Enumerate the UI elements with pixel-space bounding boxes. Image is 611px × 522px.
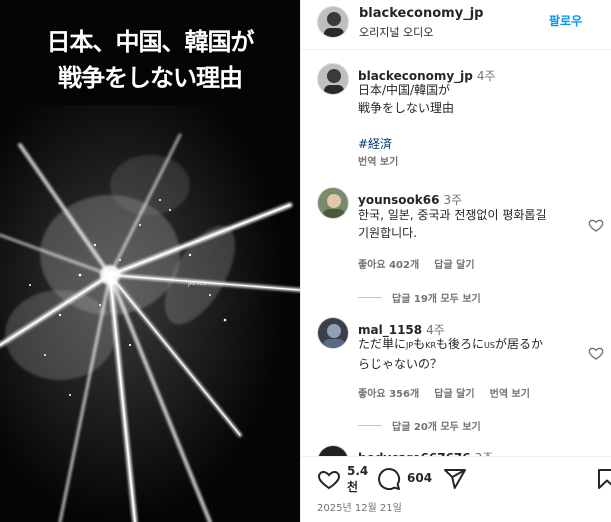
comment-likes-count[interactable]: 좋아요 402개 (358, 260, 419, 271)
comment-line: らじゃないの？ (358, 357, 443, 371)
video-title-line2: 戦争をしない理由 (58, 64, 243, 92)
caption-line1: 日本/中国/韓国が (358, 83, 451, 97)
comment-meta: 좋아요 356개 답글 달기 번역 보기 (358, 382, 530, 401)
comment-icon[interactable] (377, 467, 401, 491)
comments-count[interactable]: 604 (407, 471, 432, 485)
comment-avatar[interactable] (317, 187, 349, 219)
comment-text: 한국, 일본, 중국과 전쟁없이 평화롭길 기원합니다. (358, 206, 547, 242)
replies-divider (358, 425, 382, 426)
comment-username[interactable]: younsook66 (358, 193, 439, 207)
comment-line: 기원합니다. (358, 226, 418, 240)
follow-button[interactable]: 팔로우 (549, 12, 582, 29)
caption-translate-link[interactable]: 번역 보기 (358, 153, 398, 168)
japan-map-label: JAPAN (187, 280, 206, 287)
comment-text-part: も (413, 337, 426, 351)
comment-avatar[interactable] (317, 445, 349, 456)
author-avatar[interactable] (317, 6, 349, 38)
comment-header: bodycare6676763주 (358, 447, 493, 456)
view-replies-link[interactable]: 답글 20개 모두 보기 (358, 415, 481, 434)
view-replies-link[interactable]: 답글 19개 모두 보기 (358, 287, 481, 306)
video-title-line1: 日本、中国、韓国が (46, 28, 255, 56)
author-username[interactable]: blackeconomy_jp (359, 6, 483, 21)
view-replies-label[interactable]: 답글 20개 모두 보기 (392, 422, 481, 433)
comment-line: ただ単にJPもKRも後ろにUSが居るか (358, 335, 588, 355)
likes-count-number[interactable]: 5.4 (347, 463, 368, 479)
comment-line: 한국, 일본, 중국과 전쟁없이 평화롭길 (358, 208, 547, 222)
view-replies-label[interactable]: 답글 19개 모두 보기 (392, 294, 481, 305)
caption-line2: 戦争をしない理由 (358, 101, 455, 115)
comment-text: ただ単にJPもKRも後ろにUSが居るか らじゃないの？ (358, 335, 588, 373)
comment-like-heart-icon[interactable] (588, 345, 604, 361)
likes-count[interactable]: 5.4 천 (347, 463, 368, 495)
post-side-panel: blackeconomy_jp 오리지널 오디오 팔로우 blackeconom… (300, 0, 611, 522)
reel-video[interactable]: 日本、中国、韓国が 戦争をしない理由 JAPAN (0, 0, 300, 522)
replies-divider (358, 297, 382, 298)
comment-text-part: ただ単に (358, 337, 407, 351)
comment-text-small: KR (425, 341, 437, 350)
comment-text-small: US (484, 341, 495, 350)
comment-reply-button[interactable]: 답글 달기 (434, 260, 474, 271)
comment-like-heart-icon[interactable] (588, 217, 604, 233)
caption-avatar[interactable] (317, 63, 349, 95)
comment-text-part: が居るか (494, 337, 543, 351)
heart-icon[interactable] (317, 467, 341, 491)
video-title-overlay: 日本、中国、韓国が 戦争をしない理由 (0, 24, 300, 96)
caption-text: 日本/中国/韓国が 戦争をしない理由 (358, 81, 454, 117)
audio-label[interactable]: 오리지널 오디오 (359, 24, 433, 40)
comments-list[interactable]: blackeconomy_jp 4주 日本/中国/韓国が 戦争をしない理由 #経済… (301, 51, 611, 456)
caption-time[interactable]: 4주 (477, 69, 496, 83)
share-icon[interactable] (443, 467, 467, 491)
post-date[interactable]: 2025년 12월 21일 (317, 499, 402, 514)
comment-avatar[interactable] (317, 317, 349, 349)
bookmark-icon[interactable] (595, 467, 611, 491)
comment-reply-button[interactable]: 답글 달기 (434, 389, 474, 400)
comment-translate-link[interactable]: 번역 보기 (490, 389, 530, 400)
likes-count-unit[interactable]: 천 (347, 479, 368, 495)
comment-likes-count[interactable]: 좋아요 356개 (358, 389, 419, 400)
post-actions-bar: 5.4 천 604 2025년 12월 21일 (301, 456, 611, 522)
night-map-image: JAPAN (0, 105, 300, 522)
comment-text-part: も後ろに (436, 337, 485, 351)
comment-meta: 좋아요 402개 답글 달기 (358, 253, 475, 272)
comment-time[interactable]: 3주 (443, 193, 462, 207)
hashtag-link[interactable]: #経済 (358, 135, 392, 152)
post-header: blackeconomy_jp 오리지널 오디오 팔로우 (301, 0, 611, 50)
